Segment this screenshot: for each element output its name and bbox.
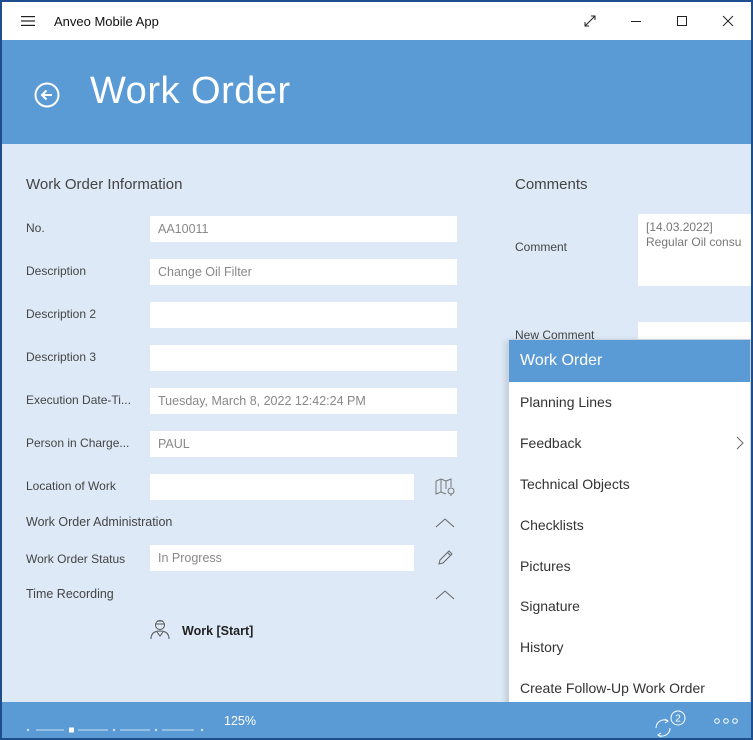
- hamburger-menu-icon[interactable]: [2, 2, 54, 40]
- popup-title: Work Order: [509, 340, 750, 382]
- field-status-input[interactable]: In Progress: [150, 545, 414, 571]
- app-window: Anveo Mobile App Work Order Work Order I…: [0, 0, 753, 740]
- field-label-location: Location of Work: [26, 479, 116, 493]
- menu-item-label: Checklists: [520, 516, 584, 533]
- work-order-popup-menu: Work Order Planning Lines Feedback Techn…: [508, 339, 751, 709]
- menu-item-label: Signature: [520, 598, 580, 615]
- field-label-execution-date: Execution Date-Ti...: [26, 393, 131, 407]
- chevron-up-icon[interactable]: [432, 582, 458, 608]
- menu-item-technical-objects[interactable]: Technical Objects: [509, 464, 750, 505]
- section-title-time-recording: Time Recording: [26, 587, 114, 601]
- pencil-icon[interactable]: [432, 545, 458, 571]
- more-options-icon[interactable]: [712, 714, 742, 728]
- menu-item-checklists[interactable]: Checklists: [509, 504, 750, 545]
- menu-item-planning-lines[interactable]: Planning Lines: [509, 382, 750, 423]
- menu-item-signature[interactable]: Signature: [509, 586, 750, 627]
- chevron-right-icon: [736, 436, 744, 453]
- sync-icon[interactable]: 2: [650, 710, 690, 738]
- menu-item-feedback[interactable]: Feedback: [509, 423, 750, 464]
- menu-item-pictures[interactable]: Pictures: [509, 545, 750, 586]
- sync-count-badge: 2: [675, 714, 681, 725]
- section-title-administration: Work Order Administration: [26, 515, 173, 529]
- footer-bar: 125% 2: [2, 702, 751, 738]
- title-bar: Anveo Mobile App: [2, 2, 751, 40]
- window-title: Anveo Mobile App: [54, 13, 159, 29]
- field-description-2-input[interactable]: [150, 302, 457, 328]
- worker-icon: [148, 618, 172, 643]
- field-label-description-2: Description 2: [26, 307, 97, 321]
- comment-text[interactable]: [14.03.2022] Regular Oil consu: [638, 214, 751, 286]
- menu-item-label: Feedback: [520, 435, 582, 452]
- page-header: Work Order: [2, 40, 751, 144]
- work-start-label: Work [Start]: [182, 623, 254, 638]
- back-arrow-icon[interactable]: [34, 82, 60, 108]
- menu-item-label: Pictures: [520, 557, 571, 574]
- page-title: Work Order: [90, 70, 291, 112]
- menu-item-label: Technical Objects: [520, 475, 630, 492]
- comment-body: Regular Oil consu: [646, 235, 742, 249]
- maximize-icon[interactable]: [659, 2, 705, 40]
- zoom-level: 125%: [224, 714, 256, 728]
- field-no-input[interactable]: AA10011: [150, 216, 457, 242]
- field-label-person-in-charge: Person in Charge...: [26, 436, 130, 450]
- map-pin-icon[interactable]: [432, 474, 458, 500]
- menu-item-label: Planning Lines: [520, 394, 612, 411]
- comment-label: Comment: [515, 240, 568, 254]
- section-title-comments: Comments: [515, 176, 588, 193]
- field-person-in-charge-input[interactable]: PAUL: [150, 431, 457, 457]
- section-title-information: Work Order Information: [26, 176, 183, 193]
- menu-item-label: Create Follow-Up Work Order: [520, 679, 705, 696]
- expand-icon[interactable]: [567, 2, 613, 40]
- work-start-button[interactable]: Work [Start]: [148, 618, 253, 643]
- field-label-no: No.: [26, 221, 45, 235]
- zoom-slider[interactable]: [26, 720, 206, 733]
- field-label-description: Description: [26, 264, 87, 278]
- field-execution-date-input[interactable]: Tuesday, March 8, 2022 12:42:24 PM: [150, 388, 457, 414]
- field-label-status: Work Order Status: [26, 552, 126, 566]
- field-label-description-3: Description 3: [26, 350, 97, 364]
- close-icon[interactable]: [705, 2, 751, 40]
- zoom-slider-thumb[interactable]: [69, 727, 74, 733]
- field-description-3-input[interactable]: [150, 345, 457, 371]
- chevron-up-icon[interactable]: [432, 510, 458, 536]
- comment-date: [14.03.2022]: [646, 220, 713, 234]
- field-description-input[interactable]: Change Oil Filter: [150, 259, 457, 285]
- menu-item-label: History: [520, 639, 564, 656]
- minimize-icon[interactable]: [613, 2, 659, 40]
- menu-item-history[interactable]: History: [509, 627, 750, 668]
- field-location-input[interactable]: [150, 474, 414, 500]
